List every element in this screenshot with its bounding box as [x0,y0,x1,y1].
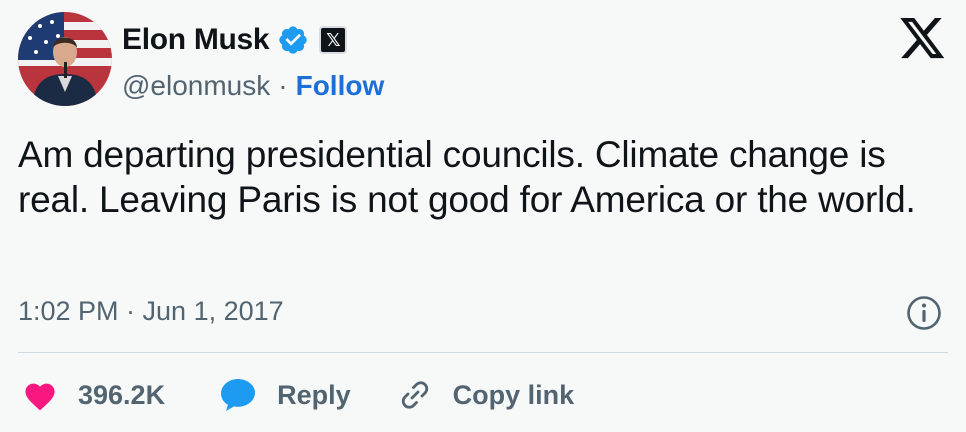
tweet-card: Elon Musk 𝕏 @elonmusk · Follow Am depart… [0,0,966,432]
x-logo-icon[interactable] [900,18,946,60]
reply-bubble-icon [221,379,256,411]
tweet-text: Am departing presidential councils. Clim… [18,134,916,220]
name-row: Elon Musk 𝕏 [122,22,384,58]
action-bar: 396.2K Reply Copy link [22,372,574,418]
info-icon[interactable] [906,295,942,331]
divider [18,352,948,353]
tweet-header: Elon Musk 𝕏 @elonmusk · Follow [18,12,384,106]
copy-link-button[interactable]: Copy link [397,377,575,413]
tweet-timestamp[interactable]: 1:02 PM · Jun 1, 2017 [18,296,284,327]
display-name[interactable]: Elon Musk [122,23,270,57]
like-button[interactable]: 396.2K [22,379,165,411]
separator-dot: · [278,70,288,101]
link-icon [401,381,428,409]
x-affiliate-badge: 𝕏 [319,26,348,54]
avatar[interactable] [18,12,112,106]
handle[interactable]: @elonmusk [122,70,270,102]
follow-button[interactable]: Follow [296,70,385,102]
copy-link-label: Copy link [452,379,575,410]
heart-icon [25,383,55,411]
verified-badge-icon [277,24,309,56]
author-info: Elon Musk 𝕏 @elonmusk · Follow [122,22,384,102]
reply-button[interactable]: Reply [219,377,351,413]
like-count: 396.2K [78,379,166,410]
reply-label: Reply [277,379,351,410]
handle-row: @elonmusk · Follow [122,70,384,102]
